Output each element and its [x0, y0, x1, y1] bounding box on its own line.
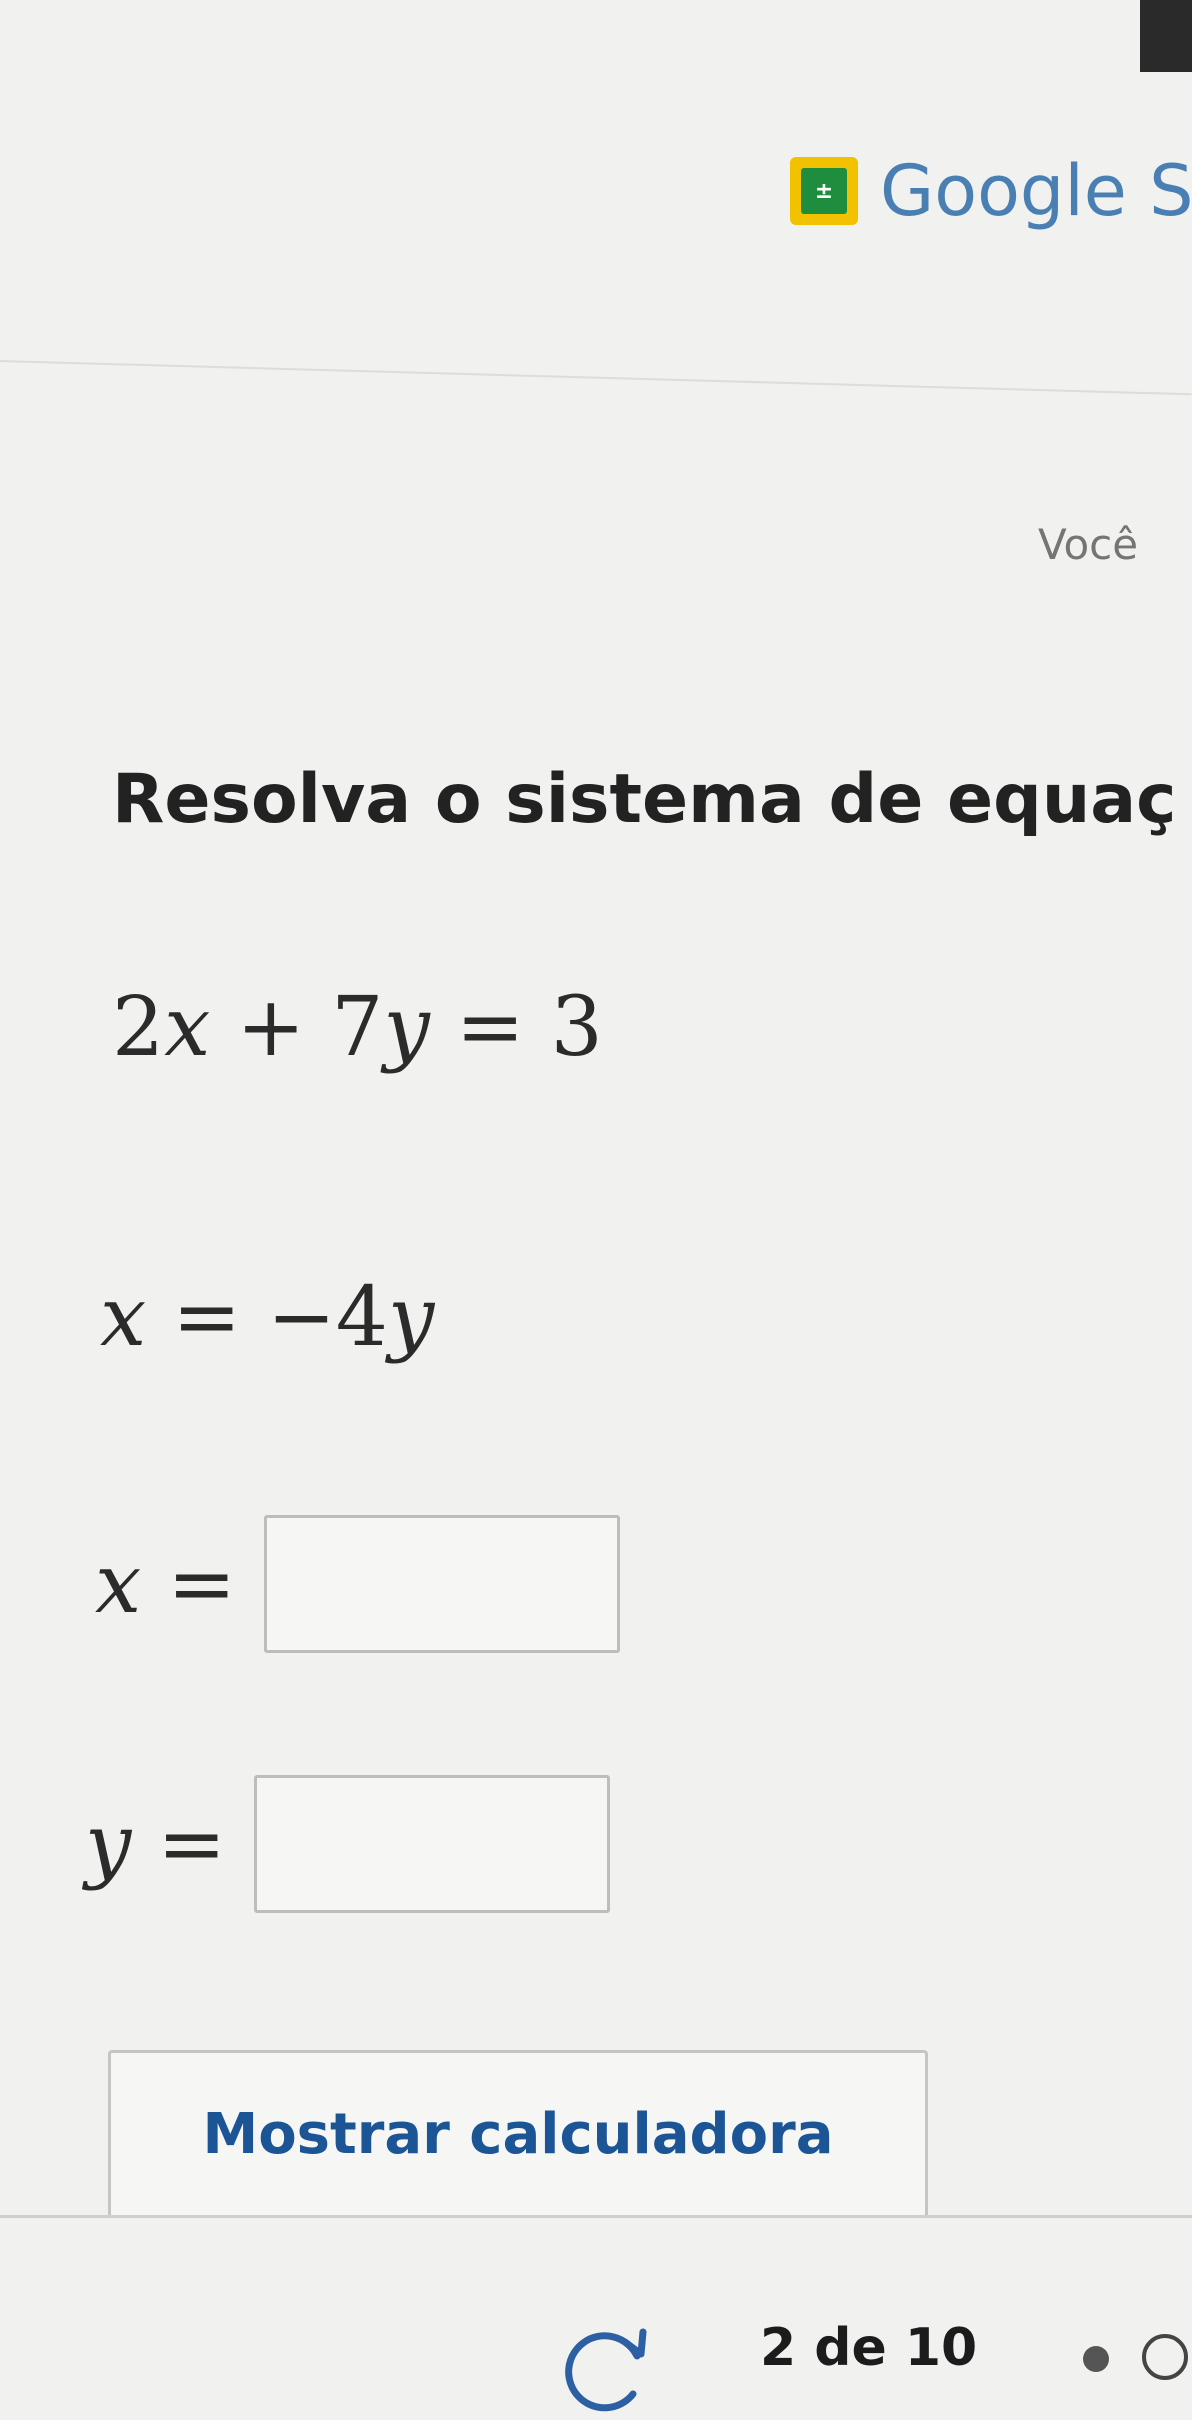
show-calculator-label: Mostrar calculadora	[202, 2101, 834, 2167]
progress-dot-empty[interactable]	[1142, 2334, 1188, 2380]
brand-text: Google S	[880, 150, 1192, 232]
answer-var-x: x	[95, 1536, 142, 1632]
eq1-var-y: y	[383, 980, 430, 1075]
eq2-var-x: x	[100, 1270, 147, 1365]
eq2-rhs: = −4	[146, 1270, 388, 1365]
footer-divider	[0, 2215, 1192, 2218]
progress-dot-filled[interactable]	[1083, 2346, 1109, 2372]
page-counter: 2 de 10	[760, 2318, 978, 2378]
eq1-rhs: = 3	[429, 980, 603, 1075]
answer-label-y: y =	[85, 1797, 226, 1892]
eq1-coef-a: 2	[112, 980, 165, 1075]
answer-eq-y: =	[131, 1796, 227, 1892]
answer-row-y: y =	[85, 1775, 611, 1913]
equation-2: x = −4y	[100, 1270, 434, 1365]
answer-row-x: x =	[95, 1515, 621, 1653]
google-sheets-icon: ±	[790, 157, 858, 225]
equation-1: 2x + 7y = 3	[112, 980, 603, 1075]
brand[interactable]: ± Google S	[790, 150, 1192, 232]
user-label[interactable]: Você	[1038, 520, 1138, 569]
answer-input-y[interactable]	[254, 1775, 611, 1913]
eq2-var-y: y	[387, 1270, 435, 1365]
show-calculator-button[interactable]: Mostrar calculadora	[108, 2050, 928, 2215]
top-bar-edge	[1140, 0, 1192, 72]
brand-icon-glyph: ±	[801, 168, 847, 214]
answer-input-x[interactable]	[264, 1515, 621, 1653]
answer-label-x: x =	[95, 1537, 236, 1632]
refresh-icon[interactable]	[555, 2318, 655, 2418]
header-divider	[0, 360, 1192, 396]
question-prompt: Resolva o sistema de equaç	[112, 760, 1177, 839]
eq1-coef-b: 7	[331, 980, 384, 1075]
answer-var-y: y	[85, 1796, 132, 1892]
answer-eq-x: =	[141, 1536, 237, 1632]
eq1-var-x: x	[164, 980, 211, 1075]
eq1-plus: +	[210, 980, 332, 1075]
